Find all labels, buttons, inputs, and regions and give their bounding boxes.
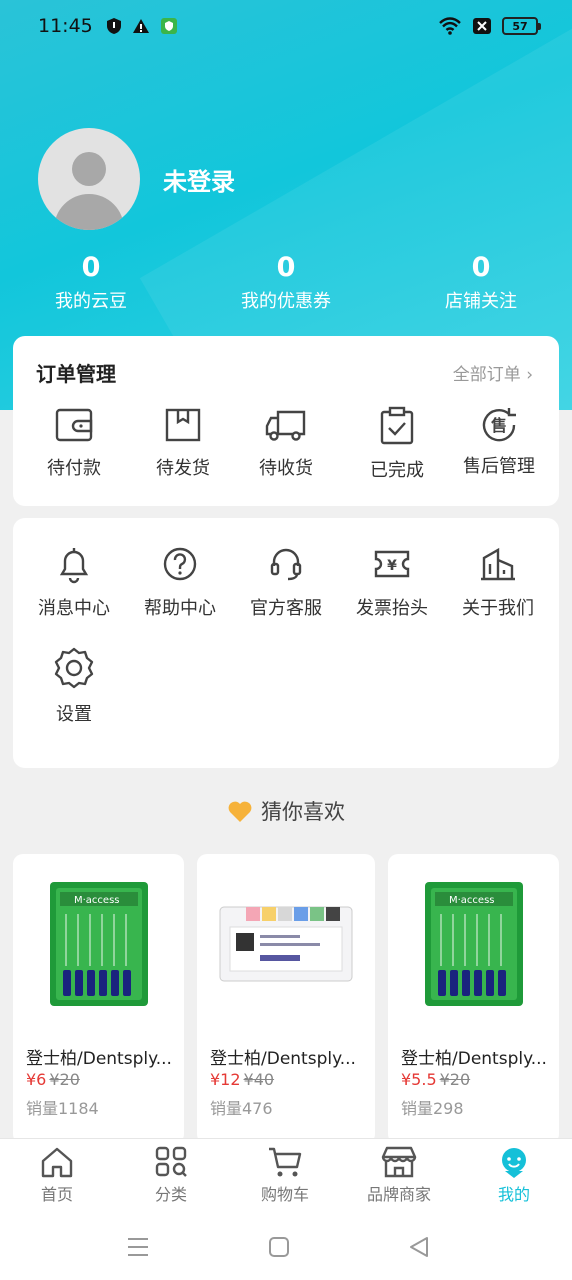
profile-icon [502, 1148, 526, 1178]
gear-icon [54, 647, 94, 689]
category-icon [155, 1146, 187, 1177]
chevron-right-icon: › [526, 365, 533, 385]
wallet-icon [55, 408, 93, 442]
help-icon [163, 547, 197, 581]
svg-text:M·access: M·access [449, 895, 495, 906]
truck-icon [265, 410, 306, 441]
product-price: ¥5.5 ¥20 [401, 1070, 471, 1089]
svg-text:售: 售 [491, 416, 507, 435]
warning-icon [133, 19, 149, 33]
invoice-title[interactable]: ¥ 发票抬头 [339, 544, 445, 620]
stat-followed-shops[interactable]: 0 店铺关注 [406, 250, 556, 318]
status-bar: 11:45 57 [0, 0, 572, 52]
help-center[interactable]: 帮助中心 [127, 544, 233, 620]
home-icon [41, 1147, 73, 1178]
wifi-icon [439, 17, 461, 35]
product-sales: 销量476 [210, 1099, 273, 1118]
cart-icon [269, 1147, 302, 1177]
order-management-card: 订单管理 全部订单 › 待付款 待发货 待收货 已完成 售 售后管理 [13, 336, 559, 506]
product-image: M·access [388, 874, 559, 1014]
building-icon [481, 547, 515, 581]
bottom-tab-bar: 首页 分类 购物车 品牌商家 我的 [0, 1138, 572, 1218]
product-card[interactable]: 登士柏/Dentsply... ¥12 ¥40 销量476 [197, 854, 375, 1144]
system-navigation-bar [0, 1218, 572, 1280]
product-price: ¥12 ¥40 [210, 1070, 275, 1089]
box-icon [165, 408, 201, 442]
product-name: 登士柏/Dentsply... [26, 1049, 172, 1069]
tab-category[interactable]: 分类 [114, 1145, 228, 1205]
product-price: ¥6 ¥20 [26, 1070, 80, 1089]
order-pending-shipment[interactable]: 待发货 [130, 406, 236, 480]
services-card: 消息中心 帮助中心 官方客服 ¥ 发票抬头 关于我们 设置 [13, 518, 559, 768]
product-image [197, 874, 375, 1014]
order-after-sale[interactable]: 售 售后管理 [446, 404, 552, 478]
product-name: 登士柏/Dentsply... [210, 1049, 356, 1069]
message-center[interactable]: 消息中心 [21, 544, 127, 620]
product-sales: 销量1184 [26, 1099, 99, 1118]
tab-cart[interactable]: 购物车 [228, 1145, 342, 1205]
sim-icon [473, 18, 491, 34]
shield-icon [107, 18, 121, 34]
login-status[interactable]: 未登录 [163, 162, 235, 197]
tab-home[interactable]: 首页 [0, 1145, 114, 1205]
settings[interactable]: 设置 [21, 646, 127, 726]
tab-brands[interactable]: 品牌商家 [342, 1145, 456, 1205]
stat-coupons[interactable]: 0 我的优惠券 [211, 250, 361, 318]
clipboard-check-icon [380, 406, 414, 445]
about-us[interactable]: 关于我们 [445, 544, 551, 620]
all-orders-link[interactable]: 全部订单 › [453, 360, 533, 385]
home-button-icon[interactable] [268, 1236, 290, 1258]
product-card[interactable]: M·access 登士柏/Dentsply... ¥5.5 ¥20 销量298 [388, 854, 559, 1144]
security-icon [161, 18, 177, 34]
menu-icon[interactable] [126, 1236, 150, 1258]
svg-text:¥: ¥ [387, 558, 397, 574]
store-icon [381, 1146, 417, 1178]
product-sales: 销量298 [401, 1099, 464, 1118]
back-icon[interactable] [408, 1236, 430, 1258]
customer-service[interactable]: 官方客服 [233, 544, 339, 620]
headset-icon [270, 548, 302, 581]
svg-text:M·access: M·access [74, 895, 120, 906]
order-pending-receipt[interactable]: 待收货 [233, 406, 339, 480]
battery-indicator: 57 [502, 17, 541, 35]
after-sale-icon: 售 [482, 408, 516, 442]
user-stats: 0 我的云豆 0 我的优惠券 0 店铺关注 [0, 250, 572, 320]
heart-icon [228, 801, 252, 822]
avatar[interactable] [38, 128, 140, 230]
order-pending-payment[interactable]: 待付款 [21, 406, 127, 480]
product-card[interactable]: M·access 登士柏/Dentsply... ¥6 ¥20 销量1184 [13, 854, 184, 1144]
tab-mine[interactable]: 我的 [457, 1145, 571, 1205]
order-card-title: 订单管理 [36, 362, 116, 386]
bell-icon [59, 548, 89, 584]
recommend-header: 猜你喜欢 [0, 796, 572, 826]
order-completed[interactable]: 已完成 [344, 406, 450, 482]
recommend-title: 猜你喜欢 [261, 800, 345, 824]
product-name: 登士柏/Dentsply... [401, 1049, 547, 1069]
product-image: M·access [13, 874, 184, 1014]
invoice-icon: ¥ [374, 550, 410, 578]
status-time: 11:45 [38, 15, 93, 37]
stat-yundou[interactable]: 0 我的云豆 [16, 250, 166, 318]
